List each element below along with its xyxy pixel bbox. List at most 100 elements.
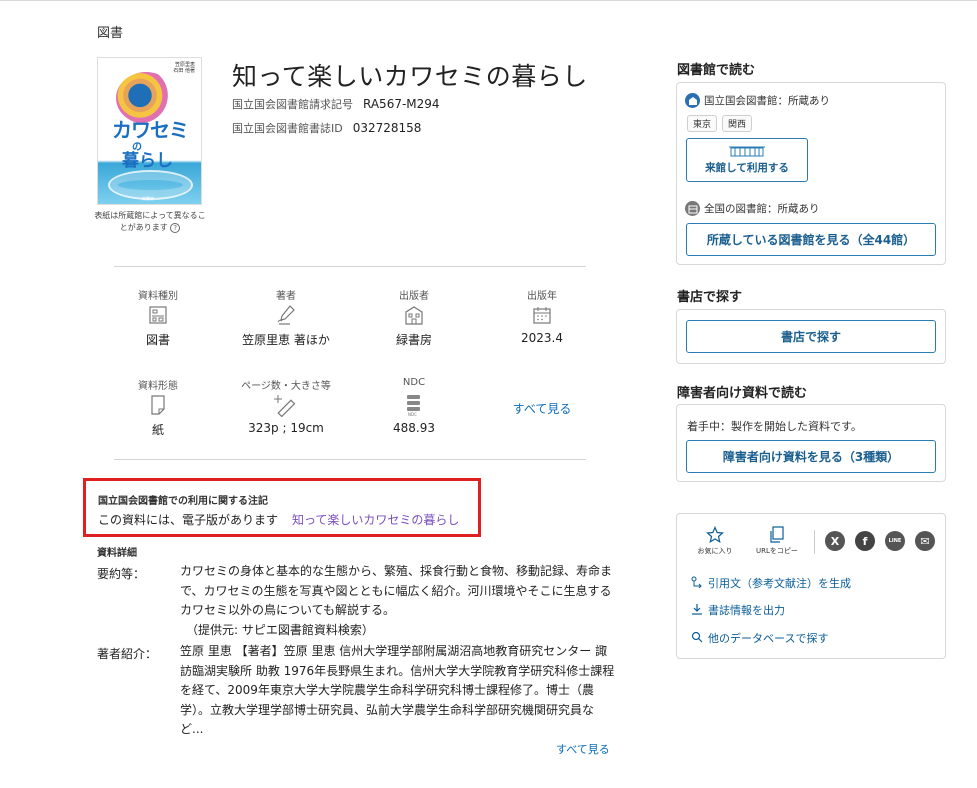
author-intro-line: 学）。立教大学理学部博士研究員、弘前大学農学生命科学部研究機関研究員な <box>180 702 595 717</box>
call-number-row: 国立国会図書館請求記号 RA567-M294 <box>232 96 440 112</box>
export-link[interactable]: 書誌情報を出力 <box>691 602 785 618</box>
author-intro-line: を経て、2009年東京大学大学院農学生命科学研究科博士課程修了。博士（農 <box>180 683 594 697</box>
author-intro-line: ど... <box>180 722 204 736</box>
other-db-link[interactable]: 他のデータベースで探す <box>691 630 828 646</box>
cover-title-line1: カワセミ <box>112 118 189 142</box>
attr-value: 図書 <box>145 333 170 347</box>
attr-label: 出版年 <box>527 291 557 302</box>
usage-note-heading: 国立国会図書館での利用に関する注記 <box>98 496 268 507</box>
attr-value: 323p ; 19cm <box>248 421 324 435</box>
summary-line: カワセミ以外の鳥についても解説する。 <box>180 603 396 617</box>
holding-libraries-button[interactable]: 所蔵している図書館を見る（全44館） <box>686 223 936 256</box>
other-db-label: 他のデータベースで探す <box>708 632 829 645</box>
attr-label: 出版者 <box>399 291 429 302</box>
attr-material-type: 資料種別 図書 <box>93 287 223 348</box>
top-border <box>0 0 977 1</box>
national-status: 全国の図書館：所蔵あり <box>685 201 820 216</box>
attr-value[interactable]: 笠原里恵 著ほか <box>221 331 351 348</box>
bookstore-heading: 書店で探す <box>677 290 743 305</box>
search-icon <box>691 631 705 646</box>
material-type-icon <box>93 301 223 329</box>
star-icon <box>693 526 737 546</box>
attr-label: NDC <box>402 377 426 388</box>
citation-icon <box>691 576 705 591</box>
attr-label: ページ数・大きさ等 <box>241 381 331 392</box>
bookstore-card: 書店で探す <box>676 309 946 364</box>
library-building-icon <box>729 145 765 160</box>
x-share-icon[interactable]: X <box>825 531 845 551</box>
summary-text: カワセミの身体と基本的な生態から、繁殖、採食行動と食物、移動記録、寿命ま で、カ… <box>180 562 615 640</box>
tools-card: お気に入り URLをコピー X f LINE ✉ 引用文（参考文献注）を生成 書… <box>676 513 946 659</box>
summary-label: 要約等： <box>97 567 146 581</box>
ndl-status: 国立国会図書館：所蔵あり <box>685 93 830 108</box>
accessible-heading: 障害者向け資料で読む <box>677 386 808 401</box>
see-all-attributes-link[interactable]: すべて見る <box>513 402 572 416</box>
accessible-card: 着手中：製作を開始した資料です。 障害者向け資料を見る（3種類） <box>676 404 946 482</box>
attr-pub-year: 出版年 2023.4 <box>477 287 607 345</box>
usage-note-box: 国立国会図書館での利用に関する注記 この資料には、電子版があります 知って楽しいカ… <box>83 478 481 537</box>
attr-value[interactable]: 488.93 <box>349 421 479 435</box>
national-status-text: 全国の図書館：所蔵あり <box>704 203 820 215</box>
line-share-icon[interactable]: LINE <box>885 531 905 551</box>
cover-title-line3: 暮らし <box>122 151 173 171</box>
calendar-icon <box>477 301 607 329</box>
attr-ndc: NDC NDC 488.93 <box>349 377 479 435</box>
attr-label: 著者 <box>276 291 296 302</box>
tag-kansai: 関西 <box>722 115 753 132</box>
copy-url-button[interactable]: URLをコピー <box>749 526 805 556</box>
call-number-label: 国立国会図書館請求記号 <box>232 98 353 111</box>
citation-label: 引用文（参考文献注）を生成 <box>708 577 851 590</box>
help-icon[interactable]: ? <box>170 222 181 233</box>
divider <box>814 530 815 554</box>
cover-note: 表紙は所蔵館によって異なることがあります ? <box>94 210 206 234</box>
attr-format: 資料形態 紙 <box>93 377 223 438</box>
attr-value: 紙 <box>151 423 164 437</box>
bib-id-row: 国立国会図書館書誌ID 032728158 <box>232 120 421 136</box>
call-number-value: RA567-M294 <box>363 97 440 111</box>
attr-see-all: すべて見る <box>477 400 607 417</box>
attr-author: 著者 笠原里恵 著ほか <box>221 287 351 348</box>
ruler-icon <box>221 391 351 419</box>
book-cover-image[interactable]: 笠原里恵 石田 他著 カワセミ の 暮らし 緑書房 <box>97 57 202 205</box>
bib-id-value: 032728158 <box>352 121 422 135</box>
book-title: 知って楽しいカワセミの暮らし <box>232 62 588 91</box>
facebook-share-icon[interactable]: f <box>855 531 875 551</box>
accessible-materials-button[interactable]: 障害者向け資料を見る（3種類） <box>686 440 936 473</box>
summary-line: カワセミの身体と基本的な生態から、繁殖、採食行動と食物、移動記録、寿命ま <box>180 564 613 578</box>
ndl-building-icon <box>685 93 700 108</box>
visit-library-label: 来館して利用する <box>705 162 789 174</box>
see-all-details-link[interactable]: すべて見る <box>556 741 610 757</box>
details-heading: 資料詳細 <box>97 548 137 559</box>
paper-icon <box>93 391 223 419</box>
divider <box>114 459 586 460</box>
visit-library-button[interactable]: 来館して利用する <box>686 138 808 182</box>
attr-label: 資料種別 <box>138 291 178 302</box>
attr-pages-size: ページ数・大きさ等 323p ; 19cm <box>221 377 351 435</box>
summary-source: （提供元: サピエ図書館資料検索） <box>186 622 374 637</box>
library-card: 国立国会図書館：所蔵あり 東京 関西 来館して利用する 全国の図書館：所蔵あり … <box>676 82 946 265</box>
citation-link[interactable]: 引用文（参考文献注）を生成 <box>691 575 851 591</box>
email-share-icon[interactable]: ✉ <box>915 531 935 551</box>
bookstore-search-button[interactable]: 書店で探す <box>686 320 936 353</box>
cover-publisher: 緑書房 <box>142 196 154 201</box>
summary-line: で、カワセミの生態を写真や図とともに幅広く紹介。河川環境やそこに生息する <box>180 583 612 598</box>
library-icon <box>685 201 700 216</box>
svg-text:NDC: NDC <box>408 412 417 417</box>
favorite-button[interactable]: お気に入り <box>693 526 737 556</box>
cover-note-text: 表紙は所蔵館によって異なることがあります <box>94 211 206 232</box>
download-icon <box>691 603 705 618</box>
copy-icon <box>749 526 805 546</box>
author-intro-line: 笠原 里恵 【著者】笠原 里恵 信州大学理学部附属湖沼高地教育研究センター 諏 <box>180 644 608 658</box>
library-heading: 図書館で読む <box>677 63 756 78</box>
publisher-building-icon <box>349 301 479 329</box>
author-intro-line: 訪臨湖実験所 助教 1976年長野県生まれ。信州大学大学院教育学研究科修士課程 <box>180 663 615 678</box>
author-intro-label: 著者紹介： <box>97 647 158 661</box>
attr-value[interactable]: 緑書房 <box>349 331 479 348</box>
usage-note-body: この資料には、電子版があります 知って楽しいカワセミの暮らし <box>98 511 459 528</box>
attr-label: 資料形態 <box>138 381 178 392</box>
digital-edition-link[interactable]: 知って楽しいカワセミの暮らし <box>292 513 459 527</box>
tag-tokyo: 東京 <box>687 115 718 132</box>
divider <box>114 266 586 267</box>
attr-value: 2023.4 <box>521 331 563 345</box>
cover-authors: 笠原里恵 石田 他著 <box>173 62 195 74</box>
